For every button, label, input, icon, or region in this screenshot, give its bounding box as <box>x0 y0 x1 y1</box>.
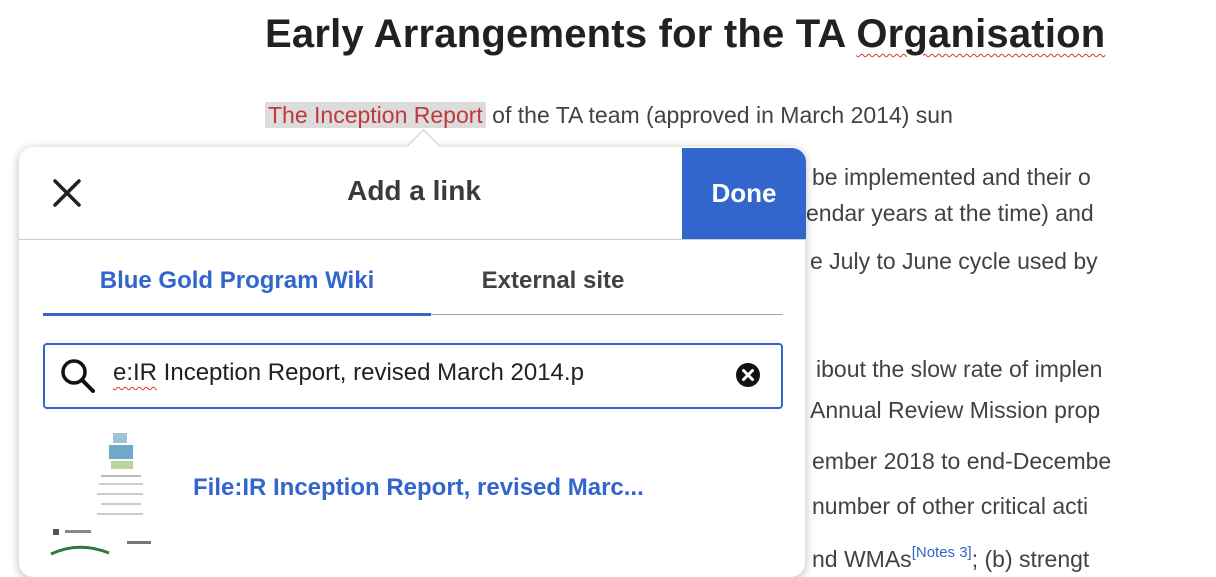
link-type-tabs: Blue Gold Program Wiki External site <box>43 252 783 316</box>
link-search-input[interactable]: e:IR Inception Report, revised March 201… <box>43 343 783 409</box>
dialog-title: Add a link <box>347 175 481 206</box>
heading-misspelled-word: Organisation <box>856 12 1106 56</box>
tab-external-site[interactable]: External site <box>453 252 653 310</box>
paragraph-line-1: The Inception Report of the TA team (app… <box>265 101 953 129</box>
search-value[interactable]: e:IR Inception Report, revised March 201… <box>113 359 584 387</box>
heading-text: Early Arrangements for the TA <box>265 12 857 56</box>
paragraph-line: be implemented and their o <box>812 164 1091 190</box>
tab-internal-wiki[interactable]: Blue Gold Program Wiki <box>43 252 431 310</box>
footnote-link[interactable]: [Notes 3] <box>912 544 972 561</box>
paragraph-line-last: nd WMAs[Notes 3]; (b) strengt <box>812 544 1090 572</box>
paragraph-line: endar years at the time) and <box>806 200 1094 226</box>
close-icon <box>53 179 81 207</box>
paragraph-line: ibout the slow rate of implen <box>816 356 1103 382</box>
paragraph-line: number of other critical acti <box>812 493 1089 519</box>
close-button[interactable] <box>49 175 85 211</box>
clear-icon[interactable] <box>735 362 761 388</box>
selected-link-text[interactable]: The Inception Report <box>265 102 486 128</box>
paragraph-line: e July to June cycle used by <box>810 248 1098 274</box>
search-value-misspelled: e:IR <box>113 359 158 386</box>
search-icon <box>61 359 95 393</box>
done-button[interactable]: Done <box>682 148 806 239</box>
document-thumbnail-icon <box>49 429 159 559</box>
search-result-item[interactable]: File:IR Inception Report, revised Marc..… <box>43 419 783 569</box>
paragraph-line: ember 2018 to end-Decembe <box>812 448 1112 474</box>
add-link-dialog: Add a link Done Blue Gold Program Wiki E… <box>19 129 806 577</box>
active-tab-indicator <box>43 313 431 316</box>
paragraph-line: Annual Review Mission prop <box>810 397 1101 423</box>
search-result-label: File:IR Inception Report, revised Marc..… <box>193 474 644 501</box>
page-heading: Early Arrangements for the TA Organisati… <box>265 12 1105 57</box>
dialog-header: Add a link Done <box>19 147 806 240</box>
